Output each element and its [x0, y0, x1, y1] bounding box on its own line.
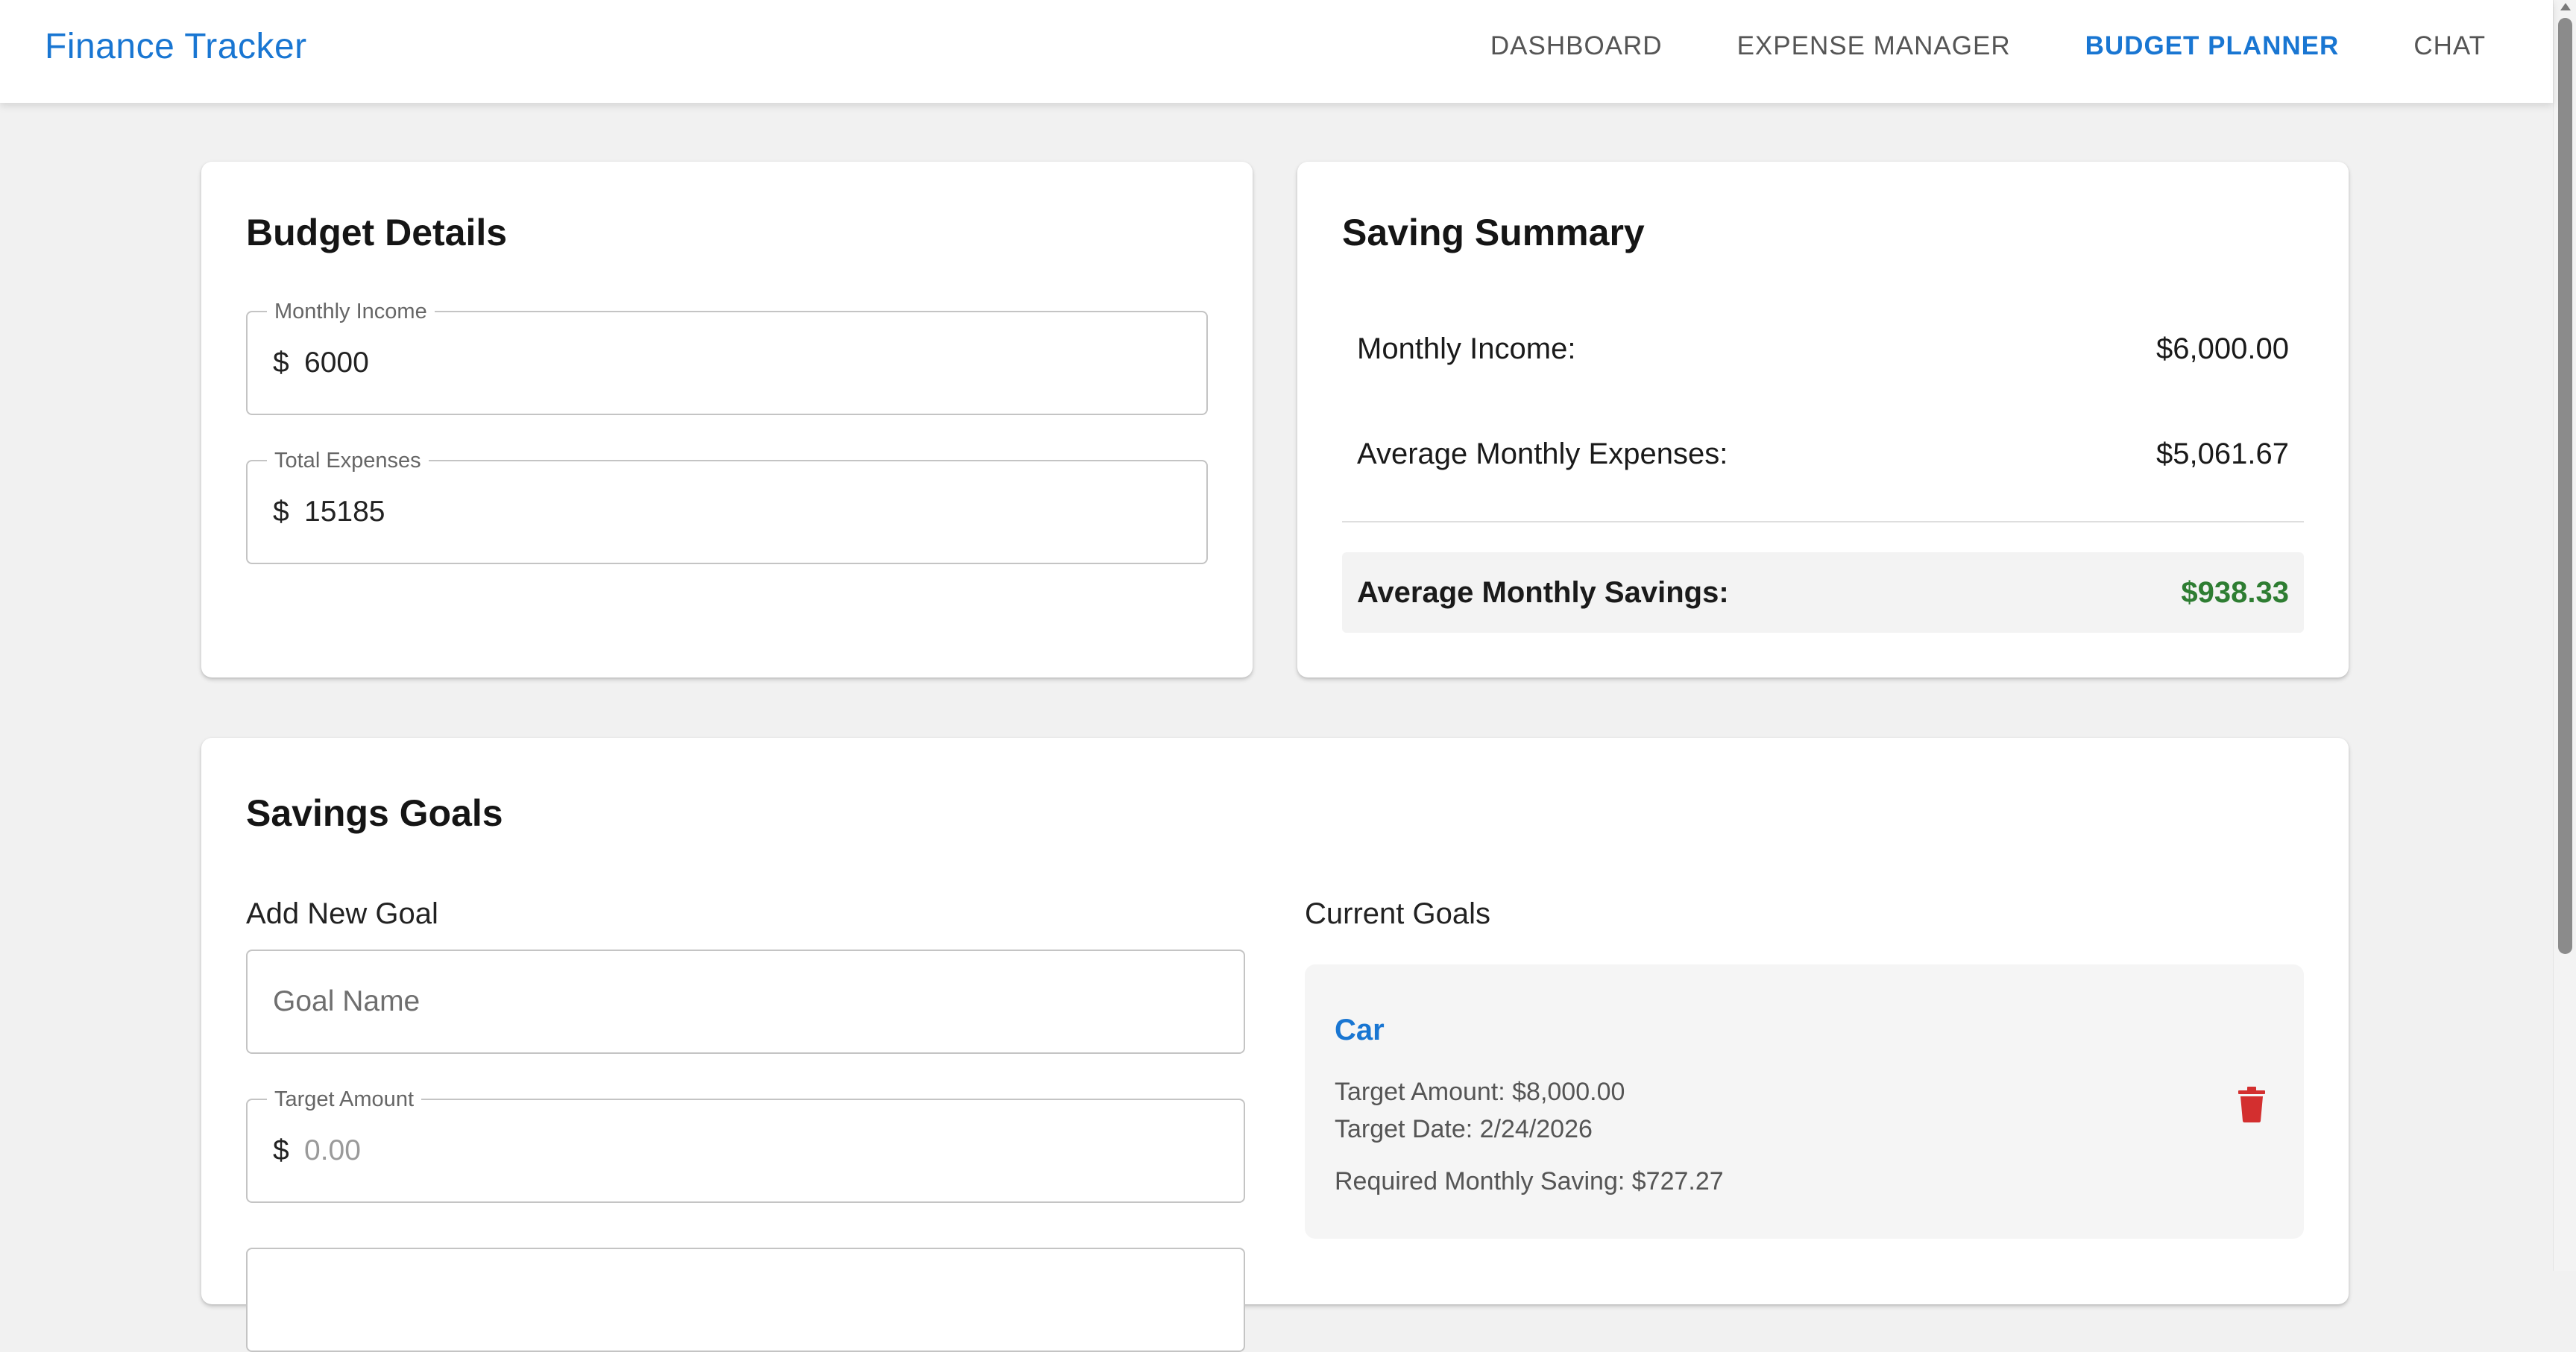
summary-income-value: $6,000.00 [2156, 332, 2289, 365]
saving-summary-title: Saving Summary [1342, 212, 1645, 253]
goal-name-input[interactable]: Goal Name [273, 951, 420, 1052]
nav-budget-planner[interactable]: BUDGET PLANNER [2048, 22, 2377, 70]
monthly-income-field[interactable]: Monthly Income $ 6000 [246, 299, 1208, 415]
total-expenses-input[interactable]: 15185 [304, 461, 385, 563]
nav-chat[interactable]: CHAT [2376, 22, 2486, 70]
summary-savings-label: Average Monthly Savings: [1357, 575, 1729, 609]
target-date-field[interactable] [246, 1248, 1245, 1352]
savings-goals-card: Savings Goals Add New Goal Goal Name Tar… [201, 738, 2349, 1352]
target-amount-field[interactable]: Target Amount $ 0.00 [246, 1087, 1245, 1203]
budget-details-title: Budget Details [246, 212, 508, 253]
summary-row-savings: Average Monthly Savings: $938.33 [1342, 552, 2304, 633]
currency-prefix: $ [273, 1134, 289, 1166]
goal-target-amount: Target Amount: $8,000.00 [1335, 1078, 1625, 1106]
summary-row-income: Monthly Income: $6,000.00 [1342, 318, 2304, 380]
nav-dashboard[interactable]: DASHBOARD [1453, 22, 1700, 70]
summary-row-expenses: Average Monthly Expenses: $5,061.67 [1342, 423, 2304, 485]
budget-details-card: Budget Details Monthly Income $ 6000 Tot… [201, 162, 1253, 677]
savings-goals-title: Savings Goals [246, 792, 503, 834]
goal-name: Car [1335, 1014, 1385, 1046]
scroll-thumb[interactable] [2558, 18, 2572, 954]
app-title[interactable]: Finance Tracker [45, 22, 307, 70]
summary-expenses-label: Average Monthly Expenses: [1357, 437, 1728, 470]
goal-required-monthly: Required Monthly Saving: $727.27 [1335, 1167, 1724, 1195]
saving-summary-card: Saving Summary Monthly Income: $6,000.00… [1297, 162, 2349, 677]
goal-target-date: Target Date: 2/24/2026 [1335, 1115, 1593, 1143]
total-expenses-field[interactable]: Total Expenses $ 15185 [246, 448, 1208, 564]
trash-icon [2238, 1087, 2265, 1122]
currency-prefix: $ [273, 496, 289, 528]
delete-goal-button[interactable] [2229, 1082, 2274, 1127]
goal-name-field[interactable]: Goal Name [246, 950, 1245, 1054]
nav-expense-manager[interactable]: EXPENSE MANAGER [1700, 22, 2048, 70]
page-scrollbar[interactable] [2553, 0, 2576, 1271]
scroll-up-arrow-icon[interactable] [2560, 3, 2571, 10]
main-nav: DASHBOARD EXPENSE MANAGER BUDGET PLANNER… [1453, 22, 2486, 70]
add-new-goal-heading: Add New Goal [246, 897, 438, 930]
summary-savings-value: $938.33 [2181, 575, 2289, 609]
app-bar: Finance Tracker DASHBOARD EXPENSE MANAGE… [0, 0, 2553, 103]
target-amount-input[interactable]: 0.00 [304, 1100, 361, 1201]
current-goals-heading: Current Goals [1305, 897, 1490, 930]
monthly-income-input[interactable]: 6000 [304, 312, 369, 414]
currency-prefix: $ [273, 347, 289, 379]
summary-expenses-value: $5,061.67 [2156, 437, 2289, 470]
goal-card: Car Target Amount: $8,000.00 Target Date… [1305, 964, 2304, 1239]
summary-divider [1342, 521, 2304, 522]
summary-income-label: Monthly Income: [1357, 332, 1576, 365]
